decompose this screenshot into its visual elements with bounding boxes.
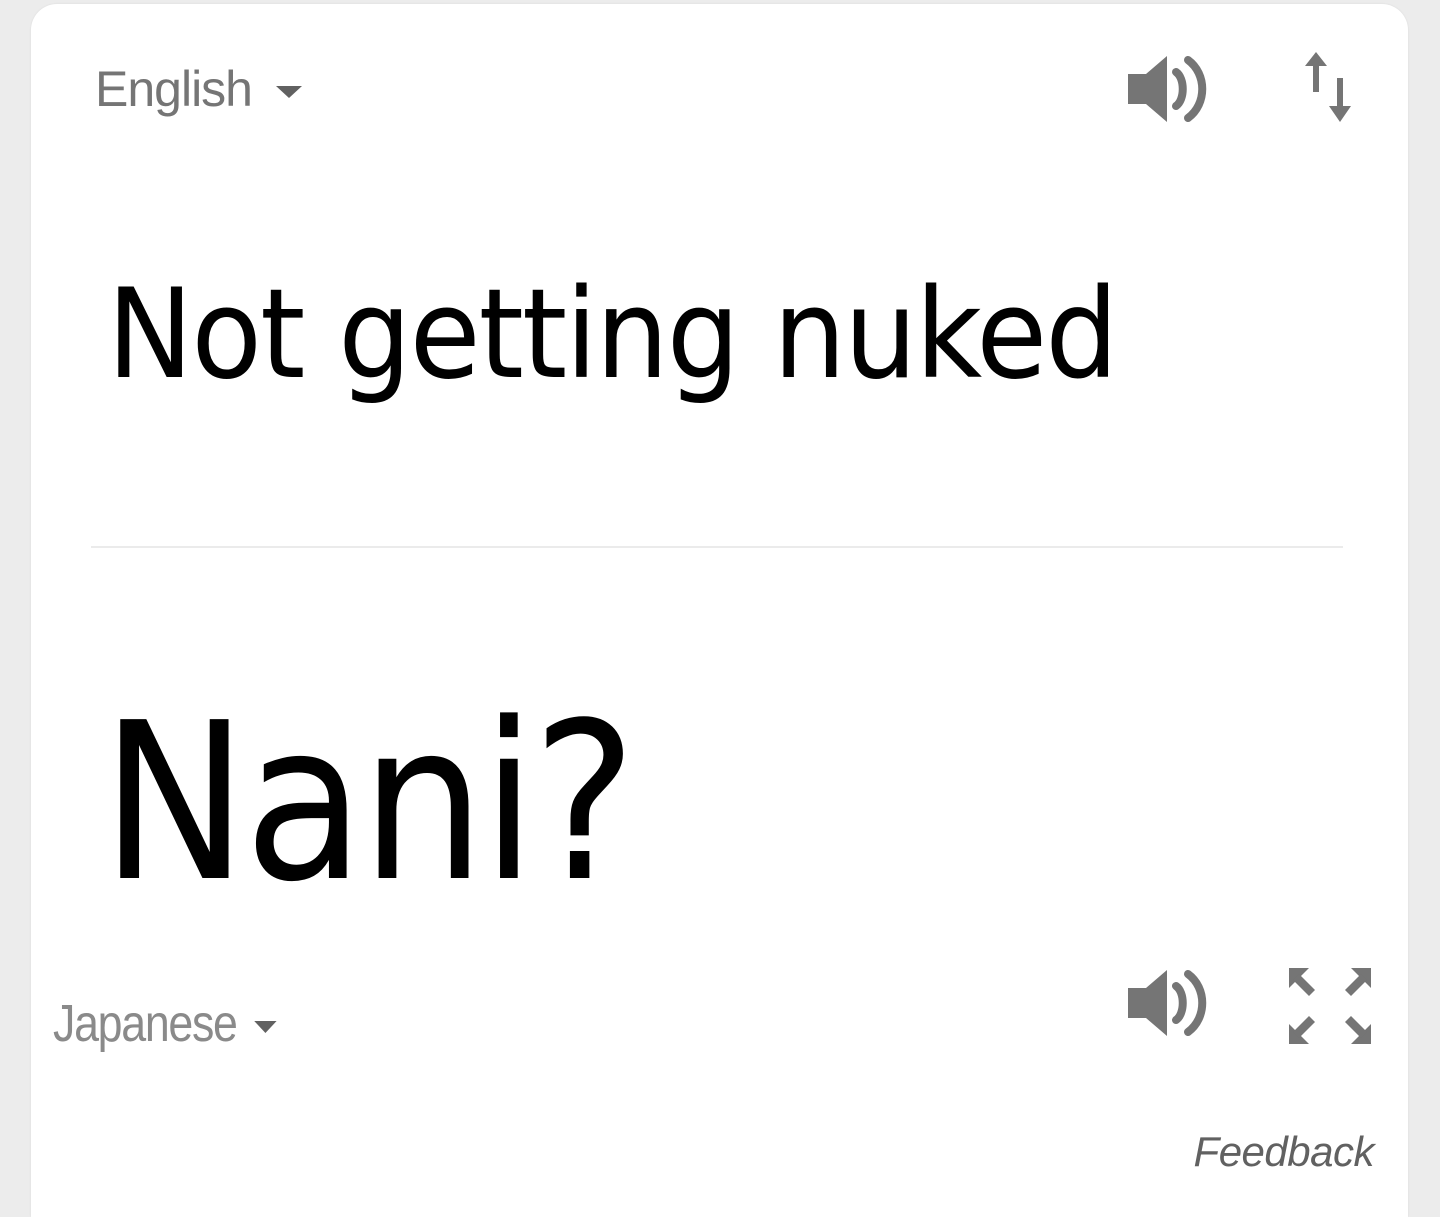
source-listen-button[interactable] (1125, 52, 1209, 126)
fullscreen-button[interactable] (1285, 964, 1375, 1048)
feedback-link[interactable]: Feedback (1194, 1128, 1375, 1176)
chevron-down-icon (276, 86, 302, 98)
translation-text: Nani? (101, 677, 637, 930)
source-text[interactable]: Not getting nuked (107, 264, 1119, 407)
swap-languages-icon (1305, 52, 1351, 122)
target-language-select[interactable]: Japanese (53, 994, 277, 1054)
chevron-down-icon (253, 1021, 277, 1033)
translation-card: English Not getting nuked Nani? Japanese (31, 4, 1408, 1217)
speaker-icon (1128, 970, 1207, 1036)
source-language-label: English (95, 61, 253, 117)
fullscreen-icon (1289, 968, 1371, 1044)
divider (91, 546, 1343, 548)
source-language-select[interactable]: English (95, 60, 302, 118)
speaker-icon (1128, 56, 1207, 122)
translation-listen-button[interactable] (1125, 966, 1209, 1040)
target-language-label: Japanese (53, 995, 238, 1053)
swap-languages-button[interactable] (1295, 48, 1371, 128)
